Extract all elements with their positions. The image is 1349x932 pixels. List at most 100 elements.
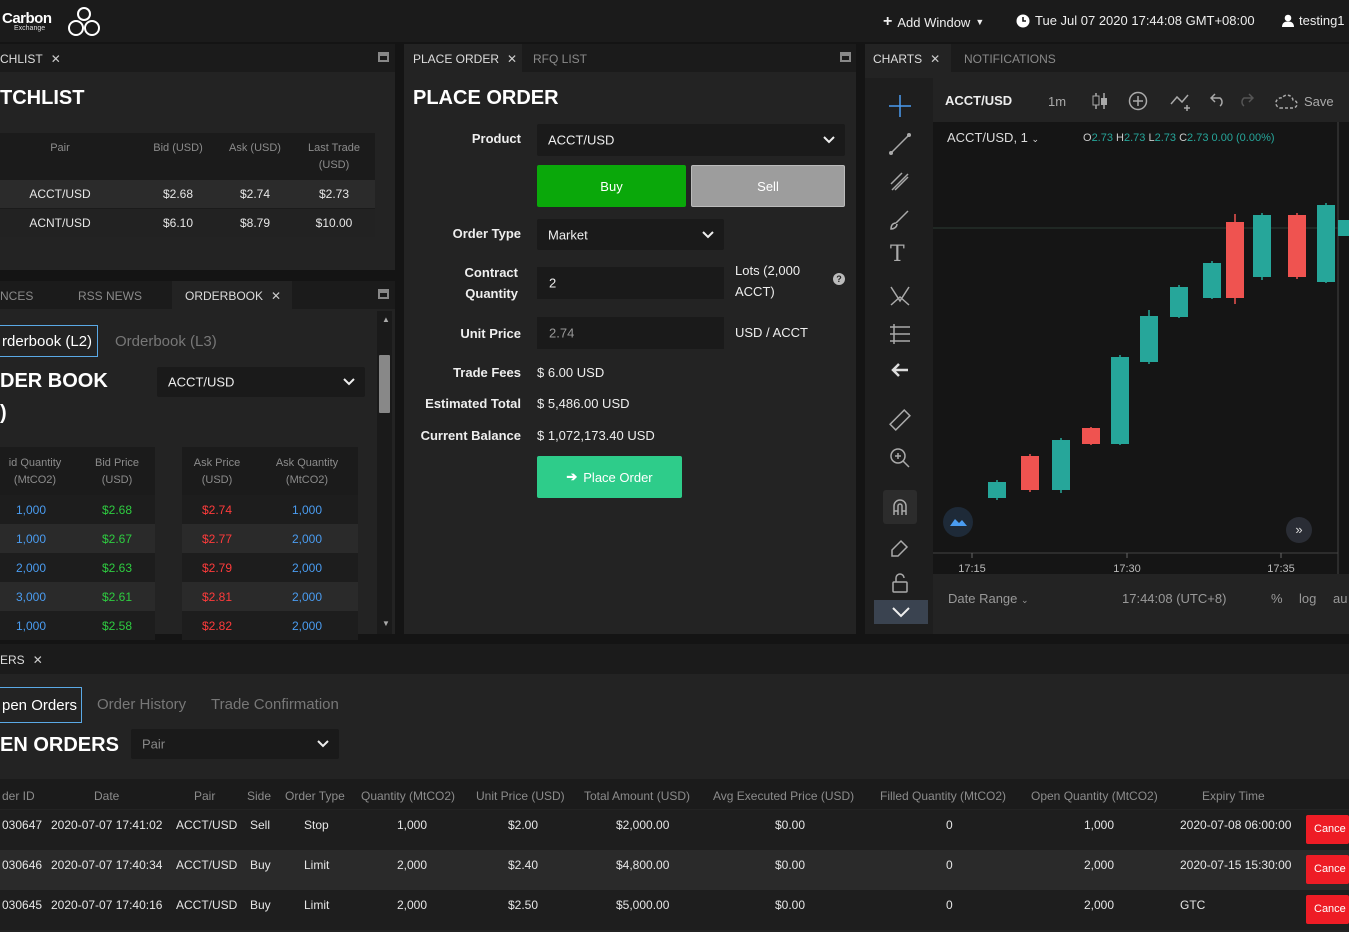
chart-symbol[interactable]: ACCT/USD xyxy=(945,93,1012,108)
subtab-trade-confirmation[interactable]: Trade Confirmation xyxy=(211,696,339,713)
log-toggle[interactable]: log xyxy=(1299,591,1316,606)
chart-area[interactable]: 17:15 17:30 17:35 ACCT/USD, 1 ⌄ O2.73 H2.7… xyxy=(933,122,1349,574)
col-header[interactable]: der ID xyxy=(2,789,35,803)
col-header[interactable]: Filled Quantity (MtCO2) xyxy=(880,789,1006,803)
pattern-icon[interactable] xyxy=(888,284,912,308)
maximize-icon[interactable] xyxy=(378,289,389,299)
compare-icon[interactable] xyxy=(1170,91,1194,111)
zoom-in-icon[interactable] xyxy=(888,446,912,470)
candles-type-icon[interactable] xyxy=(1091,91,1109,111)
col-header[interactable]: Quantity (MtCO2) xyxy=(361,789,455,803)
tab-charts[interactable]: CHARTS ✕ xyxy=(873,52,940,66)
brush-icon[interactable] xyxy=(888,208,912,232)
trend-line-icon[interactable] xyxy=(888,132,912,156)
chart-interval[interactable]: 1m xyxy=(1048,94,1066,109)
lock-icon[interactable] xyxy=(890,572,910,594)
scroll-up-icon[interactable]: ▲ xyxy=(382,315,390,324)
close-icon[interactable]: ✕ xyxy=(51,52,61,66)
save-button[interactable]: Save xyxy=(1304,94,1334,109)
orderbook-title: DER BOOK xyxy=(0,370,108,392)
sell-button[interactable]: Sell xyxy=(691,165,845,207)
user-menu[interactable]: testing1 xyxy=(1282,13,1345,28)
tab-rss-news[interactable]: RSS NEWS xyxy=(78,289,142,303)
cancel-button[interactable]: Cance xyxy=(1306,855,1349,884)
arrow-left-icon[interactable] xyxy=(890,360,910,380)
pitchfork-icon[interactable] xyxy=(888,170,912,194)
cloud-save-icon[interactable] xyxy=(1274,93,1298,109)
percent-toggle[interactable]: % xyxy=(1271,591,1283,606)
col-header[interactable]: Open Quantity (MtCO2) xyxy=(1031,789,1158,803)
tab-watchlist[interactable]: CHLIST ✕ xyxy=(0,52,61,66)
close-icon[interactable]: ✕ xyxy=(271,289,281,303)
magnet-button[interactable] xyxy=(883,490,917,524)
maximize-icon[interactable] xyxy=(378,52,389,62)
col-header[interactable]: Unit Price (USD) xyxy=(476,789,565,803)
tab-orderbook[interactable]: ORDERBOOK ✕ xyxy=(185,289,281,303)
tab-orders[interactable]: ERS ✕ xyxy=(0,653,43,667)
subtab-order-history[interactable]: Order History xyxy=(97,696,186,713)
col-header[interactable]: Avg Executed Price (USD) xyxy=(713,789,854,803)
total-cell: $4,800.00 xyxy=(616,858,670,872)
tab-balances[interactable]: NCES xyxy=(0,289,33,303)
pair-filter-select[interactable]: Pair xyxy=(131,729,339,759)
eraser-icon[interactable] xyxy=(888,534,912,558)
text-tool-icon[interactable]: T xyxy=(890,242,905,267)
maximize-icon[interactable] xyxy=(840,52,851,62)
redo-icon[interactable] xyxy=(1238,93,1254,107)
close-icon[interactable]: ✕ xyxy=(930,52,940,66)
table-row[interactable]: ACNT/USD $6.10 $8.79 $10.00 xyxy=(0,209,375,237)
subtab-orderbook-l3[interactable]: Orderbook (L3) xyxy=(115,333,217,350)
subtab-orderbook-l2[interactable]: rderbook (L2) xyxy=(0,325,98,357)
auto-toggle[interactable]: au xyxy=(1333,591,1347,606)
charts-tabbar: CHARTS ✕ NOTIFICATIONS xyxy=(865,44,1349,72)
current-balance-label: Current Balance xyxy=(420,428,521,443)
fib-icon[interactable] xyxy=(888,322,912,346)
col-header[interactable]: Order Type xyxy=(285,789,345,803)
undo-icon[interactable] xyxy=(1210,93,1226,107)
subtab-open-orders[interactable]: pen Orders xyxy=(0,687,82,723)
col-header: Bid Price (USD) xyxy=(94,457,140,486)
logo-badge[interactable] xyxy=(943,507,973,537)
col-header[interactable]: Date xyxy=(94,789,119,803)
col-header[interactable]: Side xyxy=(247,789,271,803)
cancel-button[interactable]: Cance xyxy=(1306,895,1349,924)
crosshair-icon[interactable] xyxy=(888,94,912,118)
ruler-icon[interactable] xyxy=(888,408,912,432)
add-indicator-icon[interactable] xyxy=(1128,91,1148,111)
date-range-button[interactable]: Date Range ⌄ xyxy=(948,591,1029,606)
place-order-button[interactable]: ➔ Place Order xyxy=(537,456,682,498)
tab-rfq-list[interactable]: RFQ LIST xyxy=(533,52,587,66)
legend-symbol[interactable]: ACCT/USD, 1 ⌄ xyxy=(947,130,1039,145)
add-window-button[interactable]: + Add Window ▼ xyxy=(883,13,984,31)
charts-panel: CHARTS ✕ NOTIFICATIONS T ACCT/USD 1m Sav… xyxy=(865,44,1349,634)
open-qty-cell: 2,000 xyxy=(1084,858,1115,872)
total-cell: $5,000.00 xyxy=(616,898,670,912)
tab-notifications[interactable]: NOTIFICATIONS xyxy=(964,52,1056,66)
ask-quantity-cell: 2,000 xyxy=(291,532,323,546)
ohlc-legend: O2.73 H2.73 L2.73 C2.73 0.00 (0.00%) xyxy=(1083,132,1275,144)
help-icon[interactable]: ? xyxy=(833,273,845,285)
cancel-button[interactable]: Cance xyxy=(1306,815,1349,844)
unit-price-input[interactable]: 2.74 xyxy=(537,317,724,349)
scrollbar-thumb[interactable] xyxy=(379,355,390,413)
col-header[interactable]: Pair xyxy=(194,789,215,803)
col-header[interactable]: Total Amount (USD) xyxy=(584,789,690,803)
order-type-select[interactable]: Market xyxy=(537,219,724,250)
tab-place-order[interactable]: PLACE ORDER ✕ xyxy=(413,52,517,66)
col-header[interactable]: Expiry Time xyxy=(1202,789,1265,803)
candlestick-chart[interactable]: 17:15 17:30 17:35 xyxy=(933,122,1349,574)
buy-button[interactable]: Buy xyxy=(537,165,686,207)
estimated-total-value: $ 5,486.00 USD xyxy=(537,396,630,411)
product-select[interactable]: ACCT/USD xyxy=(537,124,845,156)
close-icon[interactable]: ✕ xyxy=(33,653,43,667)
chevron-down-icon xyxy=(823,136,835,144)
unit-price-label: Unit Price xyxy=(460,326,521,341)
scroll-to-realtime-icon[interactable]: » xyxy=(1286,517,1312,543)
contract-quantity-input[interactable]: 2 xyxy=(537,267,724,299)
orderbook-pair-select[interactable]: ACCT/USD xyxy=(157,367,365,397)
table-row[interactable]: ACCT/USD $2.68 $2.74 $2.73 xyxy=(0,180,375,208)
expand-toolbar-button[interactable] xyxy=(874,600,928,624)
close-icon[interactable]: ✕ xyxy=(507,52,517,66)
scroll-down-icon[interactable]: ▼ xyxy=(382,619,390,628)
orderbook-scrollbar[interactable]: ▲ ▼ xyxy=(377,311,392,634)
